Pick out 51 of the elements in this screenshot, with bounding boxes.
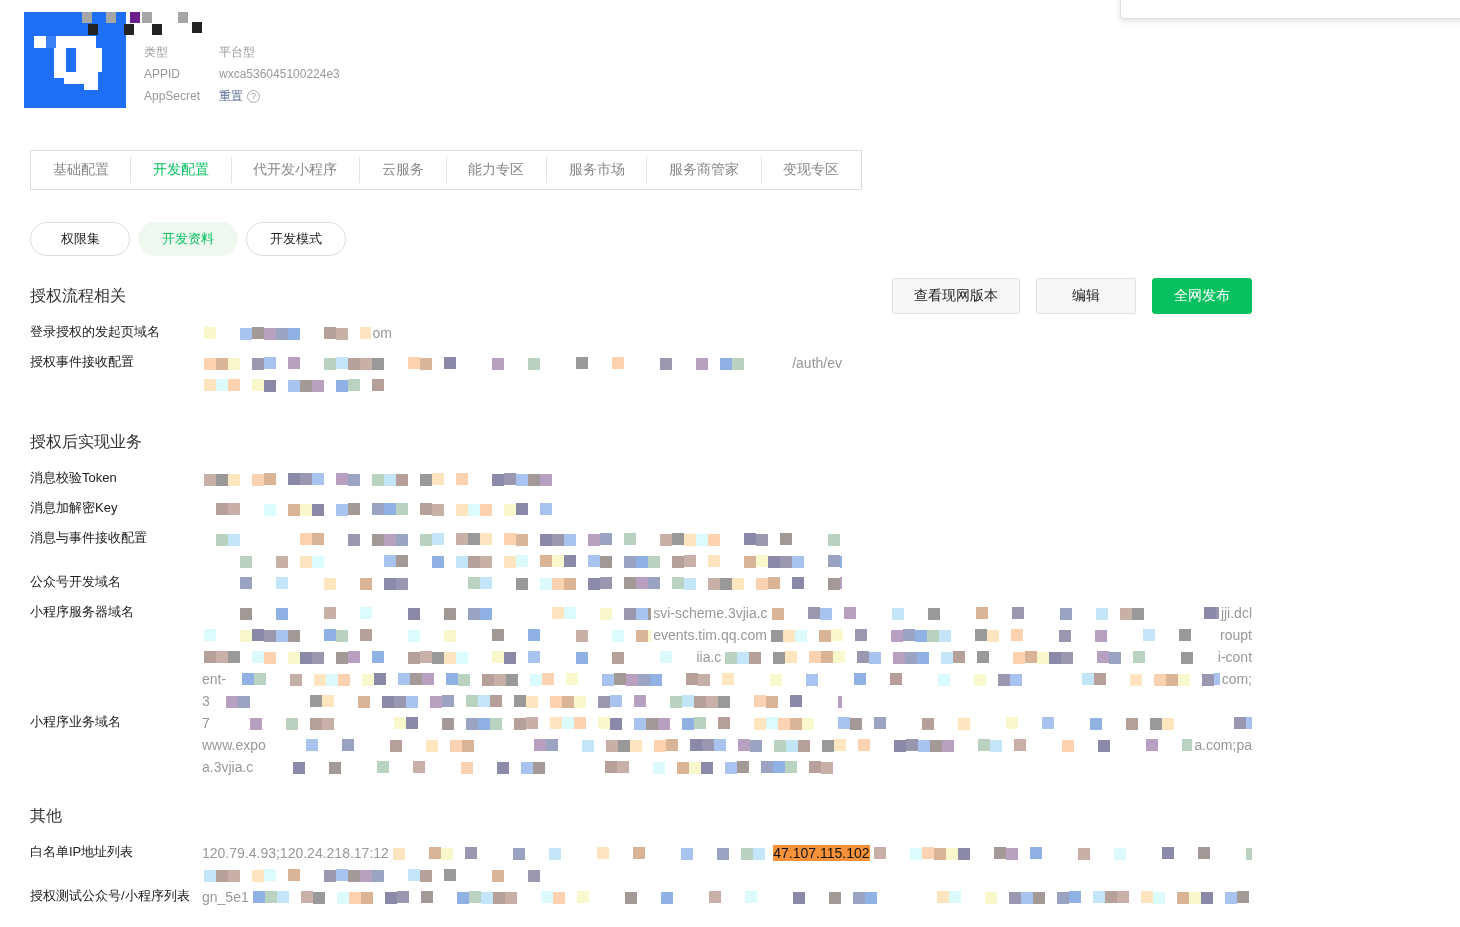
value-text: i-cont xyxy=(1217,649,1252,665)
value-text: iia.c xyxy=(696,649,722,665)
field-label: 消息校验Token xyxy=(30,469,118,487)
subtab-button[interactable]: 开发资料 xyxy=(138,222,238,256)
section-title: 授权流程相关 xyxy=(30,285,126,306)
value-text: jji.dcl xyxy=(1220,605,1252,621)
field-label: 授权测试公众号/小程序列表 xyxy=(30,887,191,905)
info-label: APPID xyxy=(144,66,181,82)
tab[interactable]: 云服务 xyxy=(360,161,446,179)
field-label: 公众号开发域名 xyxy=(30,573,122,591)
field-label: 消息与事件接收配置 xyxy=(30,529,148,547)
section-title: 授权后实现业务 xyxy=(30,431,142,452)
value-text: om xyxy=(372,325,392,341)
tab[interactable]: 基础配置 xyxy=(31,161,131,179)
action-button[interactable]: 编辑 xyxy=(1036,278,1136,314)
value-text: svi-scheme.3vjia.c xyxy=(653,605,768,621)
field-label: 授权事件接收配置 xyxy=(30,353,135,371)
value-text: 7 xyxy=(202,715,210,731)
field-label: 登录授权的发起页域名 xyxy=(30,323,161,341)
value-text: 120.79.4.93;120.24.218.17:12 xyxy=(202,845,389,861)
highlighted-text: 47.107.115.102 xyxy=(773,845,870,861)
value-text: roupt xyxy=(1220,627,1252,643)
tab[interactable]: 开发配置 xyxy=(131,161,231,179)
publish-button[interactable]: 全网发布 xyxy=(1152,278,1252,314)
value-text: 3 xyxy=(202,693,210,709)
action-button[interactable]: 查看现网版本 xyxy=(892,278,1020,314)
field-label: 消息加解密Key xyxy=(30,499,119,517)
value-text: com; xyxy=(1221,671,1252,687)
info-value: 平台型 xyxy=(219,44,256,60)
tab[interactable]: 服务商管家 xyxy=(647,161,761,179)
subtab-button[interactable]: 开发模式 xyxy=(246,222,346,256)
tab[interactable]: 能力专区 xyxy=(446,161,546,179)
value-text: a.3vjia.c xyxy=(202,759,254,775)
value-text: a.com;pa xyxy=(1194,737,1252,753)
value-text: gn_5e1 xyxy=(202,889,249,905)
field-label: 小程序业务域名 xyxy=(30,713,122,731)
info-label: AppSecret xyxy=(144,88,202,104)
info-value: wxca536045100224e3 xyxy=(219,66,340,82)
tab[interactable]: 变现专区 xyxy=(761,161,861,179)
field-label: 小程序服务器域名 xyxy=(30,603,135,621)
info-label: 类型 xyxy=(144,44,169,60)
reset-link[interactable]: 重置 xyxy=(219,88,243,104)
value-text: /auth/ev xyxy=(792,355,842,371)
value-text: events.tim.qq.com xyxy=(653,627,767,643)
tab[interactable]: 代开发小程序 xyxy=(231,161,360,179)
value-text: www.expo xyxy=(202,737,266,753)
tab[interactable]: 服务市场 xyxy=(546,161,647,179)
subtab-button[interactable]: 权限集 xyxy=(30,222,130,256)
section-title: 其他 xyxy=(30,805,62,826)
field-label: 白名单IP地址列表 xyxy=(30,843,135,861)
value-text: ent- xyxy=(202,671,227,687)
